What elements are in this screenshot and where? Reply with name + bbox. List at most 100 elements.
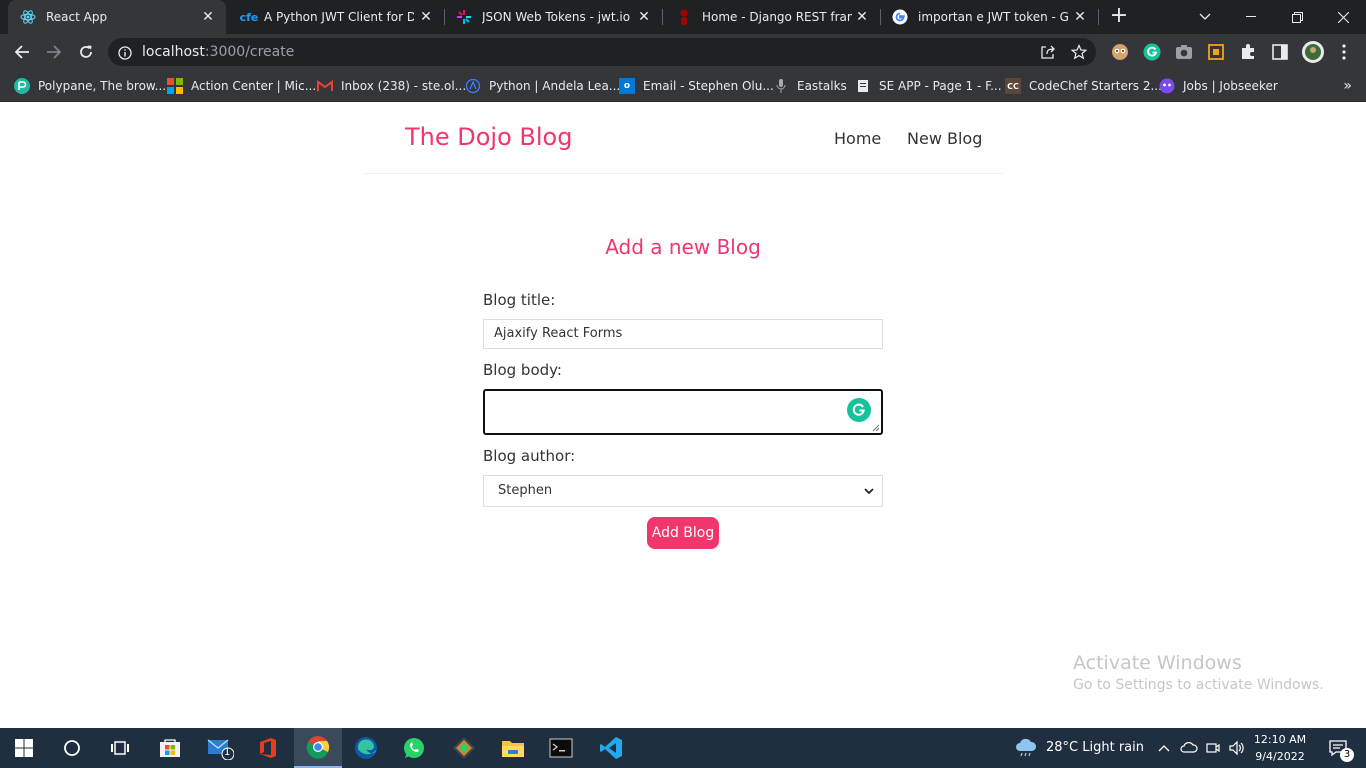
windows-logo-icon xyxy=(15,739,33,757)
page-title: Add a new Blog xyxy=(605,235,761,259)
clock-time: 12:10 AM xyxy=(1253,733,1307,746)
tab-title: React App xyxy=(46,10,108,24)
notification-badge: 3 xyxy=(1340,748,1354,762)
minimize-button[interactable] xyxy=(1228,0,1274,34)
add-blog-button[interactable]: Add Blog xyxy=(647,517,719,549)
close-tab-icon[interactable]: ✕ xyxy=(200,9,216,25)
tab-title: Home - Django REST framew xyxy=(702,10,852,24)
tab-google-search[interactable]: importan e JWT token - Goo ✕ xyxy=(880,0,1098,34)
nav-link-new-blog[interactable]: New Blog xyxy=(907,129,982,148)
bookmark-eastalks[interactable]: Eastalks xyxy=(773,76,847,96)
site-brand: The Dojo Blog xyxy=(405,123,573,151)
clock-date: 9/4/2022 xyxy=(1255,750,1305,763)
tab-jwt-io[interactable]: JSON Web Tokens - jwt.io ✕ xyxy=(444,0,662,34)
close-window-button[interactable] xyxy=(1320,0,1366,34)
weather-text[interactable]: 28°C Light rain xyxy=(1046,740,1144,755)
close-tab-icon[interactable]: ✕ xyxy=(636,9,652,25)
activate-windows-subtitle: Go to Settings to activate Windows. xyxy=(1073,677,1324,693)
back-button[interactable] xyxy=(9,39,35,65)
whatsapp-app[interactable] xyxy=(390,728,438,768)
tab-react-app[interactable]: React App ✕ xyxy=(8,0,226,34)
tab-title: A Python JWT Client for Djan xyxy=(264,10,414,24)
close-tab-icon[interactable]: ✕ xyxy=(418,9,434,25)
tab-title: JSON Web Tokens - jwt.io xyxy=(482,10,631,24)
blog-title-input[interactable]: Ajaxify React Forms xyxy=(483,319,883,349)
browser-menu-icon[interactable] xyxy=(1334,42,1354,62)
nav-link-home[interactable]: Home xyxy=(834,129,881,148)
search-circle-icon xyxy=(64,740,80,756)
system-clock[interactable]: 12:10 AM 9/4/2022 xyxy=(1252,731,1308,765)
bookmark-outlook-email[interactable]: o Email - Stephen Olu... xyxy=(619,76,774,96)
extensions-puzzle-icon[interactable] xyxy=(1238,42,1258,62)
grammarly-extension-icon[interactable] xyxy=(1142,42,1162,62)
reload-button[interactable] xyxy=(73,39,99,65)
share-icon[interactable] xyxy=(1039,43,1057,61)
speaker-icon xyxy=(1229,740,1244,756)
notification-center-button[interactable]: 3 xyxy=(1318,728,1358,768)
tab-django-rest[interactable]: Home - Django REST framew ✕ xyxy=(662,0,880,34)
bookmark-action-center[interactable]: Action Center | Mic... xyxy=(167,76,316,96)
file-explorer-app[interactable] xyxy=(489,728,537,768)
edge-app[interactable] xyxy=(342,728,390,768)
blog-body-textarea[interactable] xyxy=(483,389,883,435)
bookmark-se-app[interactable]: SE APP - Page 1 - F... xyxy=(855,76,1002,96)
blog-author-value: Stephen xyxy=(498,483,553,498)
chevron-down-icon xyxy=(864,488,874,495)
grammarly-icon[interactable] xyxy=(847,398,871,422)
bookmark-star-icon[interactable] xyxy=(1070,43,1088,61)
tab-python-jwt[interactable]: cfe A Python JWT Client for Djan ✕ xyxy=(226,0,444,34)
tab-separator xyxy=(1098,9,1099,25)
camera-icon xyxy=(1206,743,1220,753)
start-button[interactable] xyxy=(0,728,48,768)
address-bar[interactable]: localhost:3000/create xyxy=(108,38,1096,66)
folder-icon xyxy=(502,741,524,757)
microsoft-store-icon xyxy=(160,739,180,757)
store-app[interactable] xyxy=(146,728,194,768)
restore-button[interactable] xyxy=(1274,0,1320,34)
more-bookmarks-icon[interactable]: » xyxy=(1343,78,1352,94)
tab-strip: React App ✕ cfe A Python JWT Client for … xyxy=(0,0,1366,34)
mail-badge: 1 xyxy=(224,747,231,758)
chrome-app[interactable] xyxy=(294,728,342,768)
tab-search-icon[interactable] xyxy=(1182,0,1228,34)
outlook-icon: o xyxy=(619,78,635,94)
show-hidden-icons-button[interactable] xyxy=(1154,728,1174,768)
task-view-button[interactable] xyxy=(96,728,144,768)
blog-author-select[interactable]: Stephen xyxy=(483,475,883,507)
bookmark-gmail-inbox[interactable]: Inbox (238) - ste.ol... xyxy=(317,76,466,96)
forward-button[interactable] xyxy=(41,39,67,65)
git-app[interactable] xyxy=(440,728,488,768)
bookmark-codechef[interactable]: CC CodeChef Starters 2... xyxy=(1005,76,1162,96)
chevron-up-icon xyxy=(1158,745,1170,752)
resize-handle-icon[interactable] xyxy=(872,424,880,432)
meet-now-tray-icon[interactable] xyxy=(1202,728,1224,768)
mail-app[interactable]: 1 xyxy=(196,728,244,768)
office-app[interactable] xyxy=(244,728,292,768)
document-icon xyxy=(855,78,871,94)
site-info-icon[interactable] xyxy=(118,45,132,64)
search-button[interactable] xyxy=(48,728,96,768)
screenshot-extension-icon[interactable] xyxy=(1174,42,1194,62)
onedrive-tray-icon[interactable] xyxy=(1178,728,1200,768)
task-view-icon xyxy=(111,741,129,755)
bookmark-jobseeker[interactable]: Jobs | Jobseeker xyxy=(1159,76,1278,96)
new-tab-button[interactable]: + xyxy=(1108,5,1130,27)
react-icon xyxy=(20,9,36,25)
extension-face-icon[interactable] xyxy=(1110,42,1130,62)
side-panel-icon[interactable] xyxy=(1270,42,1290,62)
capture-extension-icon[interactable] xyxy=(1206,42,1226,62)
terminal-app[interactable] xyxy=(537,728,585,768)
close-tab-icon[interactable]: ✕ xyxy=(854,9,870,25)
close-tab-icon[interactable]: ✕ xyxy=(1072,9,1088,25)
bookmark-polypane[interactable]: Polypane, The brow... xyxy=(14,76,166,96)
vscode-app[interactable] xyxy=(587,728,635,768)
bookmark-andela[interactable]: Python | Andela Lea... xyxy=(465,76,620,96)
blog-author-label: Blog author: xyxy=(483,447,576,465)
browser-toolbar: localhost:3000/create xyxy=(0,34,1366,70)
page-content: The Dojo Blog Home New Blog Add a new Bl… xyxy=(0,103,1366,728)
weather-widget[interactable] xyxy=(1010,728,1042,768)
whatsapp-icon xyxy=(404,738,424,758)
bookmarks-bar: Polypane, The brow... Action Center | Mi… xyxy=(0,70,1366,102)
profile-avatar-icon[interactable] xyxy=(1301,40,1325,64)
volume-tray-icon[interactable] xyxy=(1226,728,1248,768)
